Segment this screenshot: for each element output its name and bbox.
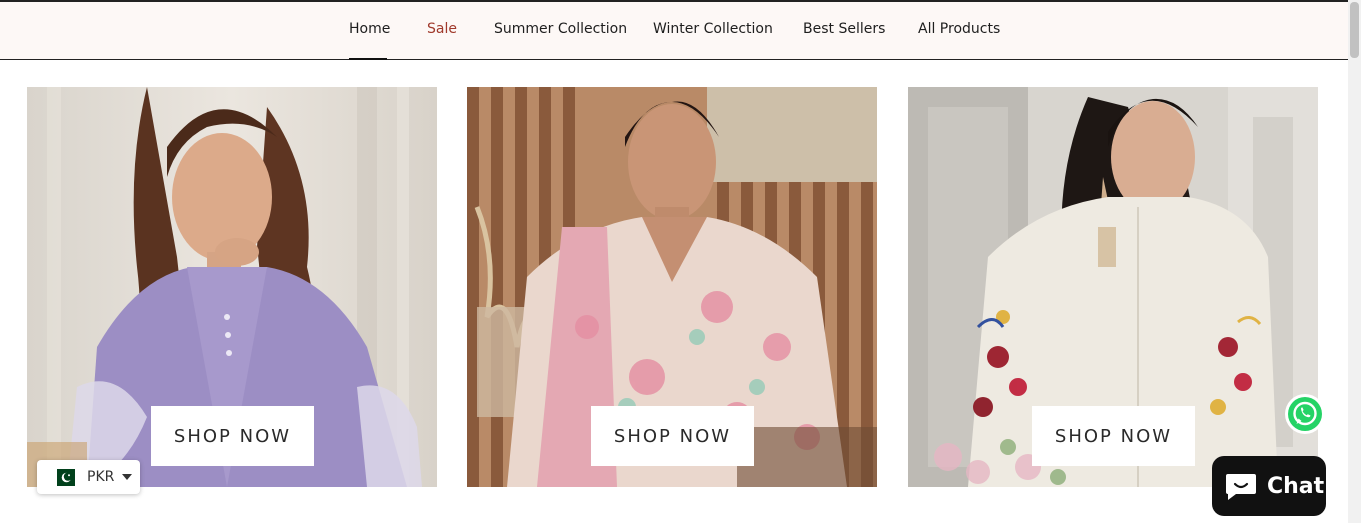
currency-selector[interactable]: PKR — [37, 460, 140, 494]
scrollbar-thumb[interactable] — [1350, 2, 1359, 58]
active-nav-underline — [349, 58, 387, 60]
shop-now-button[interactable]: SHOP NOW — [591, 406, 754, 466]
nav-winter-collection[interactable]: Winter Collection — [653, 21, 773, 37]
collection-card-3[interactable]: SHOP NOW — [908, 87, 1318, 487]
nav-all-products[interactable]: All Products — [918, 21, 1000, 37]
pakistan-flag-icon — [51, 468, 75, 486]
caret-down-icon — [122, 474, 133, 480]
currency-code: PKR — [87, 469, 115, 485]
nav-sale[interactable]: Sale — [427, 21, 457, 37]
shop-now-button[interactable]: SHOP NOW — [1032, 406, 1195, 466]
chat-button[interactable]: Chat — [1212, 456, 1326, 516]
scrollbar[interactable] — [1348, 0, 1361, 523]
chat-label: Chat — [1267, 473, 1325, 499]
nav-home[interactable]: Home — [349, 21, 390, 37]
nav-summer-collection[interactable]: Summer Collection — [494, 21, 627, 37]
shop-now-button[interactable]: SHOP NOW — [151, 406, 314, 466]
whatsapp-button[interactable] — [1284, 393, 1326, 435]
collection-card-2[interactable]: SHOP NOW — [467, 87, 877, 487]
storefront-page: Home Sale Summer Collection Winter Colle… — [0, 0, 1361, 523]
nav-best-sellers[interactable]: Best Sellers — [803, 21, 885, 37]
collection-card-1[interactable]: SHOP NOW — [27, 87, 437, 487]
main-nav: Home Sale Summer Collection Winter Colle… — [0, 2, 1348, 60]
whatsapp-icon — [1285, 394, 1325, 434]
chat-bubble-icon — [1226, 474, 1256, 500]
